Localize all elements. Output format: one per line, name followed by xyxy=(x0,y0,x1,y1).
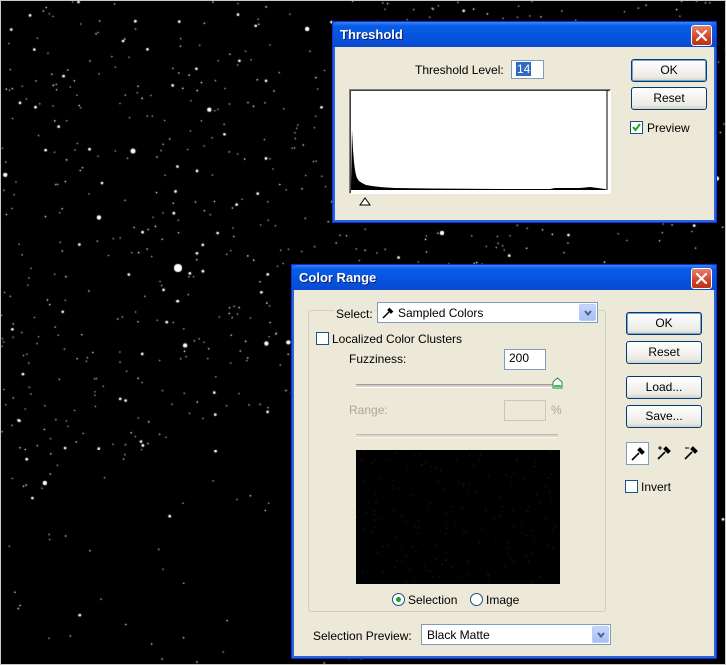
eyedropper-plus-tool[interactable] xyxy=(653,442,676,465)
chevron-down-icon xyxy=(584,310,592,316)
threshold-dialog: Threshold Threshold Level: 14 OK Reset P… xyxy=(332,21,717,223)
select-dropdown[interactable]: Sampled Colors xyxy=(377,302,598,323)
threshold-titlebar[interactable]: Threshold xyxy=(333,22,716,47)
range-unit: % xyxy=(551,403,562,417)
threshold-histogram xyxy=(349,89,611,194)
selection-preview-dropdown[interactable]: Black Matte xyxy=(421,624,611,645)
eyedropper-icon xyxy=(382,307,394,319)
fuzziness-value: 200 xyxy=(509,351,530,365)
range-label: Range: xyxy=(349,403,388,417)
range-input xyxy=(504,400,546,421)
threshold-preview-checkbox[interactable] xyxy=(630,121,643,134)
chevron-down-icon xyxy=(597,632,605,638)
invert-label: Invert xyxy=(641,480,672,494)
threshold-reset-button[interactable]: Reset xyxy=(631,87,707,110)
eyedropper-plus-icon xyxy=(657,446,671,460)
checkmark-icon xyxy=(632,123,641,132)
select-label: Select: xyxy=(334,307,375,321)
fuzziness-label: Fuzziness: xyxy=(349,352,407,366)
fuzziness-input[interactable]: 200 xyxy=(504,349,546,370)
image-radio[interactable] xyxy=(470,593,483,606)
threshold-title: Threshold xyxy=(340,27,403,42)
color-range-title: Color Range xyxy=(299,270,377,285)
invert-checkbox[interactable] xyxy=(625,480,638,493)
threshold-level-value: 14 xyxy=(516,62,532,76)
threshold-slider-handle[interactable] xyxy=(359,197,371,206)
close-icon xyxy=(696,30,707,41)
selection-radio-label: Selection xyxy=(408,593,458,607)
threshold-ok-button[interactable]: OK xyxy=(631,59,707,82)
selection-preview-value: Black Matte xyxy=(427,628,490,642)
histogram-curve xyxy=(351,130,607,190)
color-range-reset-button[interactable]: Reset xyxy=(626,341,702,364)
close-icon xyxy=(696,273,707,284)
fuzziness-slider-track[interactable] xyxy=(356,384,558,388)
select-dropdown-arrow[interactable] xyxy=(579,304,596,321)
fuzziness-slider-handle[interactable] xyxy=(552,377,563,389)
image-radio-label: Image xyxy=(486,593,520,607)
color-range-load-button[interactable]: Load... xyxy=(626,376,702,399)
localized-color-clusters-checkbox[interactable] xyxy=(316,332,329,345)
selection-preview-label: Selection Preview: xyxy=(313,629,412,643)
threshold-level-input[interactable]: 14 xyxy=(511,60,544,79)
threshold-close-button[interactable] xyxy=(691,25,712,46)
selection-preview-dropdown-arrow[interactable] xyxy=(592,626,609,643)
localized-color-clusters-label: Localized Color Clusters xyxy=(332,332,463,346)
color-range-ok-button[interactable]: OK xyxy=(626,312,702,335)
color-range-close-button[interactable] xyxy=(691,268,712,289)
eyedropper-icon xyxy=(631,447,645,461)
selection-radio[interactable] xyxy=(392,593,405,606)
color-range-dialog: Color Range Select: Sampled Colors Local… xyxy=(291,264,717,659)
threshold-preview-label: Preview xyxy=(647,121,690,135)
color-range-save-button[interactable]: Save... xyxy=(626,405,702,428)
eyedropper-minus-tool[interactable] xyxy=(680,442,703,465)
range-slider-track xyxy=(356,434,558,438)
eyedropper-minus-icon xyxy=(684,446,698,460)
color-range-titlebar[interactable]: Color Range xyxy=(292,265,716,290)
select-value: Sampled Colors xyxy=(398,306,484,320)
threshold-level-label: Threshold Level: xyxy=(415,63,504,77)
selection-preview-thumbnail xyxy=(356,450,560,584)
eyedropper-tool[interactable] xyxy=(626,442,649,465)
